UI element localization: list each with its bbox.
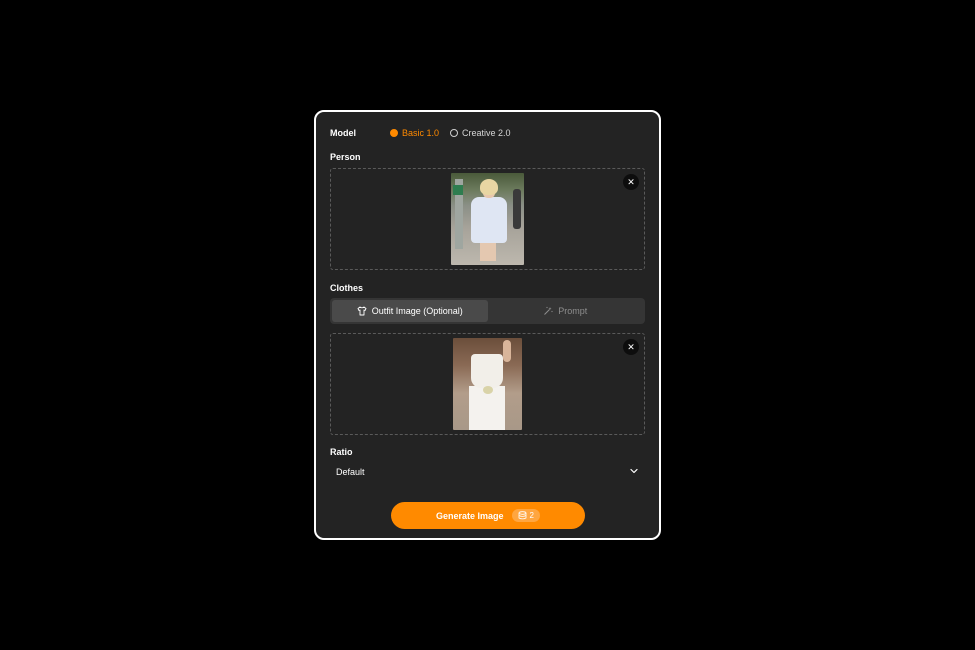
person-dropzone[interactable]: ✕: [330, 168, 645, 270]
model-selector: Model Basic 1.0 Creative 2.0: [330, 126, 522, 140]
magic-wand-icon: [543, 306, 553, 316]
chevron-down-icon: [629, 463, 639, 481]
coin-stack-icon: [518, 511, 527, 520]
tab-prompt-label: Prompt: [558, 306, 588, 316]
credit-cost-badge: 2: [511, 509, 540, 522]
ratio-selected-value: Default: [336, 467, 365, 477]
shirt-icon: [357, 306, 367, 316]
radio-selected-icon: [390, 129, 398, 137]
radio-unselected-icon: [450, 129, 459, 137]
ratio-label: Ratio: [330, 447, 353, 457]
model-option-basic-label: Basic 1.0: [402, 128, 440, 138]
tab-prompt[interactable]: Prompt: [488, 300, 644, 322]
tab-outfit-image-label: Outfit Image (Optional): [371, 306, 463, 316]
person-photo: [451, 173, 524, 265]
generate-image-button[interactable]: Generate Image 2: [391, 502, 585, 529]
model-option-creative-label: Creative 2.0: [462, 128, 511, 138]
model-option-basic[interactable]: Basic 1.0: [390, 128, 439, 138]
remove-person-button[interactable]: ✕: [623, 174, 639, 190]
model-label: Model: [330, 128, 356, 138]
app-background: Model Basic 1.0 Creative 2.0 Person ✕ Cl…: [0, 0, 975, 650]
credit-cost-value: 2: [529, 511, 534, 520]
generate-image-label: Generate Image: [436, 510, 504, 521]
tab-outfit-image[interactable]: Outfit Image (Optional): [332, 300, 488, 322]
close-icon: ✕: [627, 341, 635, 352]
close-icon: ✕: [627, 176, 635, 187]
clothes-mode-tabs: Outfit Image (Optional) Prompt: [330, 298, 645, 324]
person-label: Person: [330, 152, 361, 162]
outfit-photo: [453, 338, 522, 430]
try-on-panel: Model Basic 1.0 Creative 2.0 Person ✕ Cl…: [314, 110, 661, 540]
clothes-label: Clothes: [330, 283, 364, 293]
remove-outfit-button[interactable]: ✕: [623, 339, 639, 355]
model-option-creative[interactable]: Creative 2.0: [450, 128, 511, 138]
ratio-dropdown[interactable]: Default: [330, 462, 645, 482]
outfit-dropzone[interactable]: ✕: [330, 333, 645, 435]
